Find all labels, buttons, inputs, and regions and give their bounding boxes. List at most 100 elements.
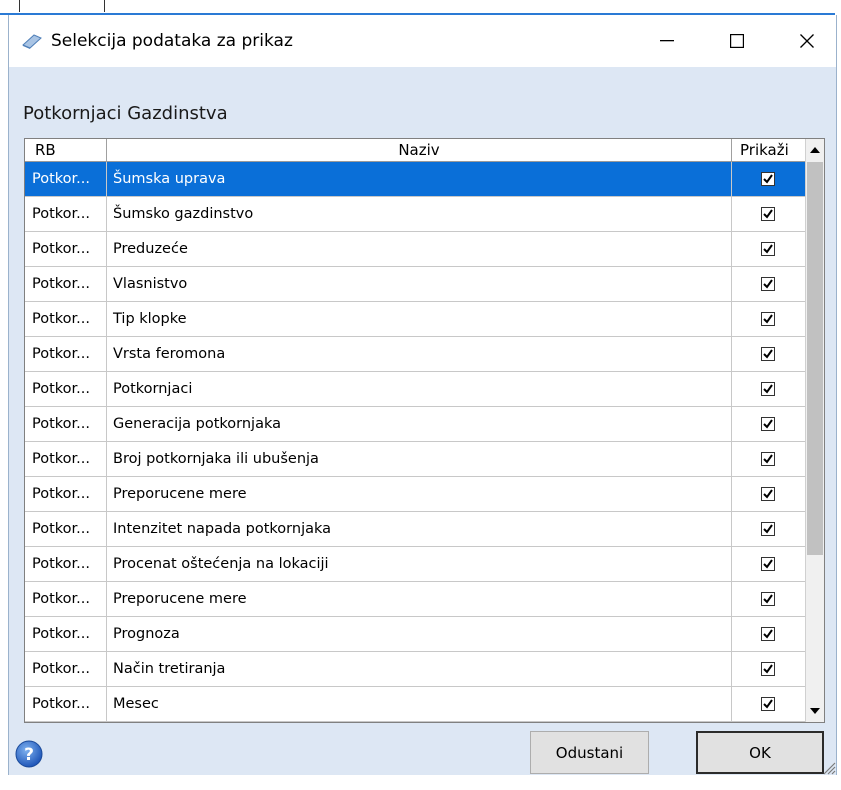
checkmark-icon <box>763 489 773 499</box>
prikazi-checkbox[interactable] <box>761 172 775 186</box>
maximize-button[interactable] <box>709 15 765 67</box>
prikazi-checkbox[interactable] <box>761 207 775 221</box>
checkmark-icon <box>763 419 773 429</box>
data-grid[interactable]: RB Naziv Prikaži Potkor... Šumska uprava P… <box>24 138 825 723</box>
cell-prikazi <box>732 512 805 546</box>
table-row[interactable]: Potkor... Potkornjaci <box>25 372 805 407</box>
column-header-naziv[interactable]: Naziv <box>107 139 732 161</box>
checkmark-icon <box>763 349 773 359</box>
table-row[interactable]: Potkor... Šumska uprava <box>25 162 805 197</box>
table-row[interactable]: Potkor... Broj potkornjaka ili ubušenja <box>25 442 805 477</box>
checkmark-icon <box>763 699 773 709</box>
table-row[interactable]: Potkor... Vlasnistvo <box>25 267 805 302</box>
table-row[interactable]: Potkor... Preporucene mere <box>25 477 805 512</box>
vertical-scrollbar[interactable] <box>805 139 824 722</box>
selection-dialog: Selekcija podataka za prikaz Potkornjaci… <box>8 15 837 775</box>
cell-rb: Potkor... <box>25 337 107 371</box>
checkmark-icon <box>763 174 773 184</box>
scrollbar-thumb[interactable] <box>807 162 823 555</box>
cell-prikazi <box>732 197 805 231</box>
cell-prikazi <box>732 617 805 651</box>
table-row[interactable]: Potkor... Preporucene mere <box>25 582 805 617</box>
prikazi-checkbox[interactable] <box>761 417 775 431</box>
checkmark-icon <box>763 594 773 604</box>
cell-rb: Potkor... <box>25 652 107 686</box>
cell-naziv: Šumska uprava <box>107 162 732 196</box>
cell-rb: Potkor... <box>25 547 107 581</box>
cell-prikazi <box>732 162 805 196</box>
cell-prikazi <box>732 372 805 406</box>
cell-prikazi <box>732 547 805 581</box>
cell-naziv: Generacija potkornjaka <box>107 407 732 441</box>
grid-header: RB Naziv Prikaži <box>25 139 805 162</box>
minimize-button[interactable] <box>639 15 695 67</box>
arrow-up-icon <box>810 147 820 153</box>
cell-naziv: Način tretiranja <box>107 652 732 686</box>
checkmark-icon <box>763 454 773 464</box>
arrow-down-icon <box>810 708 820 714</box>
title-bar[interactable]: Selekcija podataka za prikaz <box>9 15 836 67</box>
cell-naziv: Prognoza <box>107 617 732 651</box>
background-divider <box>104 0 105 12</box>
cell-naziv: Preduzeće <box>107 232 732 266</box>
table-row[interactable]: Potkor... Preduzeće <box>25 232 805 267</box>
cell-prikazi <box>732 232 805 266</box>
prikazi-checkbox[interactable] <box>761 382 775 396</box>
cell-rb: Potkor... <box>25 477 107 511</box>
svg-text:?: ? <box>24 745 34 765</box>
maximize-icon <box>730 34 744 48</box>
column-header-prikazi[interactable]: Prikaži <box>732 139 805 161</box>
cancel-button[interactable]: Odustani <box>530 731 649 774</box>
app-icon <box>21 32 43 50</box>
table-row[interactable]: Potkor... Način tretiranja <box>25 652 805 687</box>
close-icon <box>800 34 814 48</box>
checkmark-icon <box>763 629 773 639</box>
ok-button[interactable]: OK <box>696 731 824 774</box>
scroll-up-button[interactable] <box>806 139 824 161</box>
table-row[interactable]: Potkor... Mesec <box>25 687 805 722</box>
scroll-down-button[interactable] <box>806 700 824 722</box>
prikazi-checkbox[interactable] <box>761 592 775 606</box>
table-row[interactable]: Potkor... Procenat oštećenja na lokaciji <box>25 547 805 582</box>
prikazi-checkbox[interactable] <box>761 452 775 466</box>
cell-naziv: Šumsko gazdinstvo <box>107 197 732 231</box>
minimize-icon <box>660 40 674 42</box>
cell-prikazi <box>732 477 805 511</box>
cell-prikazi <box>732 337 805 371</box>
table-row[interactable]: Potkor... Generacija potkornjaka <box>25 407 805 442</box>
checkmark-icon <box>763 314 773 324</box>
prikazi-checkbox[interactable] <box>761 487 775 501</box>
cell-prikazi <box>732 582 805 616</box>
table-row[interactable]: Potkor... Intenzitet napada potkornjaka <box>25 512 805 547</box>
cell-prikazi <box>732 442 805 476</box>
resize-grip-icon[interactable] <box>820 759 836 775</box>
cell-naziv: Vrsta feromona <box>107 337 732 371</box>
cell-prikazi <box>732 652 805 686</box>
cell-rb: Potkor... <box>25 197 107 231</box>
table-row[interactable]: Potkor... Prognoza <box>25 617 805 652</box>
prikazi-checkbox[interactable] <box>761 312 775 326</box>
column-header-rb[interactable]: RB <box>25 139 107 161</box>
checkmark-icon <box>763 524 773 534</box>
table-row[interactable]: Potkor... Tip klopke <box>25 302 805 337</box>
cell-prikazi <box>732 687 805 721</box>
prikazi-checkbox[interactable] <box>761 242 775 256</box>
prikazi-checkbox[interactable] <box>761 627 775 641</box>
prikazi-checkbox[interactable] <box>761 557 775 571</box>
prikazi-checkbox[interactable] <box>761 347 775 361</box>
prikazi-checkbox[interactable] <box>761 662 775 676</box>
prikazi-checkbox[interactable] <box>761 697 775 711</box>
background-window-bottom <box>0 775 841 790</box>
prikazi-checkbox[interactable] <box>761 522 775 536</box>
help-icon[interactable]: ? <box>15 740 43 768</box>
grid-rows: Potkor... Šumska uprava Potkor... Šumsko ga… <box>25 162 805 722</box>
cell-naziv: Vlasnistvo <box>107 267 732 301</box>
table-row[interactable]: Potkor... Šumsko gazdinstvo <box>25 197 805 232</box>
prikazi-checkbox[interactable] <box>761 277 775 291</box>
group-label: Potkornjaci Gazdinstva <box>23 103 228 124</box>
close-button[interactable] <box>779 15 835 67</box>
table-row[interactable]: Potkor... Vrsta feromona <box>25 337 805 372</box>
cell-rb: Potkor... <box>25 372 107 406</box>
cell-rb: Potkor... <box>25 617 107 651</box>
cell-prikazi <box>732 267 805 301</box>
